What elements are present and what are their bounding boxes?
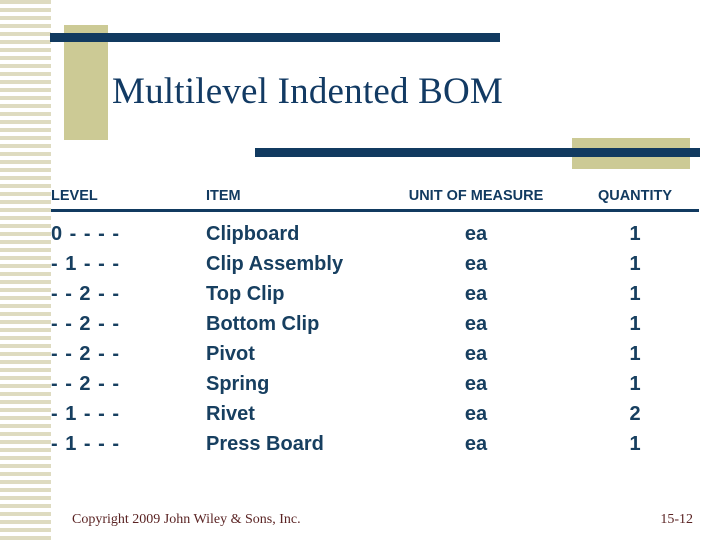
cell-quantity: 1: [629, 432, 641, 455]
column-header-item: ITEM: [206, 188, 381, 212]
cell-uom: ea: [464, 432, 488, 455]
decorative-stripe-band: [0, 0, 51, 540]
table-row: - - 2 - - Top Clip ea 1: [51, 279, 699, 309]
decorative-beige-block-left: [64, 25, 108, 140]
table-header-row: LEVEL ITEM UNIT OF MEASURE QUANTITY: [51, 188, 699, 212]
cell-quantity: 1: [629, 252, 641, 275]
column-header-uom: UNIT OF MEASURE: [381, 188, 571, 212]
cell-quantity: 2: [629, 402, 641, 425]
bom-table: LEVEL ITEM UNIT OF MEASURE QUANTITY 0 - …: [51, 188, 699, 459]
cell-item: Bottom Clip: [206, 312, 320, 335]
cell-item: Pivot: [206, 342, 255, 365]
cell-item: Clip Assembly: [206, 252, 344, 275]
table-row: - - 2 - - Spring ea 1: [51, 369, 699, 399]
cell-quantity: 1: [629, 342, 641, 365]
cell-uom: ea: [464, 342, 488, 365]
cell-level: - - 2 - -: [51, 312, 120, 335]
cell-quantity: 1: [629, 312, 641, 335]
cell-quantity: 1: [629, 282, 641, 305]
cell-quantity: 1: [629, 372, 641, 395]
cell-uom: ea: [464, 402, 488, 425]
table-row: - 1 - - - Press Board ea 1: [51, 429, 699, 459]
cell-level: - - 2 - -: [51, 372, 120, 395]
cell-level: - 1 - - -: [51, 252, 120, 275]
cell-level: - 1 - - -: [51, 432, 120, 455]
cell-item: Spring: [206, 372, 270, 395]
cell-level: - 1 - - -: [51, 402, 120, 425]
table-row: - 1 - - - Rivet ea 2: [51, 399, 699, 429]
cell-uom: ea: [464, 252, 488, 275]
table-row: - - 2 - - Bottom Clip ea 1: [51, 309, 699, 339]
cell-item: Top Clip: [206, 282, 285, 305]
column-header-quantity: QUANTITY: [571, 188, 699, 212]
table-body: 0 - - - - Clipboard ea 1 - 1 - - - Clip Assem…: [51, 211, 699, 460]
column-header-level: LEVEL: [51, 188, 206, 212]
slide-footer: Copyright 2009 John Wiley & Sons, Inc. 1…: [51, 512, 711, 534]
cell-uom: ea: [464, 282, 488, 305]
cell-uom: ea: [464, 312, 488, 335]
decorative-navy-rule-top: [50, 33, 500, 42]
slide-number: 15-12: [660, 512, 693, 527]
cell-uom: ea: [464, 372, 488, 395]
cell-level: 0 - - - -: [51, 222, 120, 245]
slide-canvas: Multilevel Indented BOM LEVEL ITEM UNIT …: [0, 0, 720, 540]
page-title: Multilevel Indented BOM: [112, 71, 503, 112]
table-row: 0 - - - - Clipboard ea 1: [51, 211, 699, 250]
decorative-navy-rule-middle: [255, 148, 700, 157]
cell-item: Rivet: [206, 402, 255, 425]
cell-quantity: 1: [629, 222, 641, 245]
copyright-notice: Copyright 2009 John Wiley & Sons, Inc.: [72, 512, 301, 527]
table-row: - - 2 - - Pivot ea 1: [51, 339, 699, 369]
cell-item: Press Board: [206, 432, 324, 455]
table-row: - 1 - - - Clip Assembly ea 1: [51, 249, 699, 279]
cell-level: - - 2 - -: [51, 282, 120, 305]
cell-item: Clipboard: [206, 222, 300, 245]
cell-uom: ea: [464, 222, 488, 245]
cell-level: - - 2 - -: [51, 342, 120, 365]
bom-table-container: LEVEL ITEM UNIT OF MEASURE QUANTITY 0 - …: [51, 188, 711, 459]
table-header: LEVEL ITEM UNIT OF MEASURE QUANTITY: [51, 188, 699, 212]
